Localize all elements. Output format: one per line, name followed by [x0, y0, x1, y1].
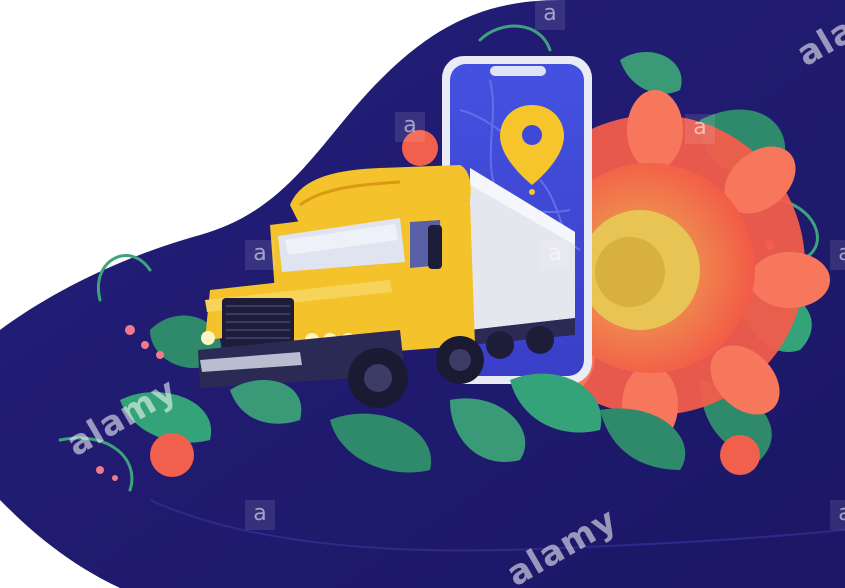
- truck-phone-illustration: [0, 0, 845, 588]
- illustration-canvas: alamy alamy alamy a a a a a a a a: [0, 0, 845, 588]
